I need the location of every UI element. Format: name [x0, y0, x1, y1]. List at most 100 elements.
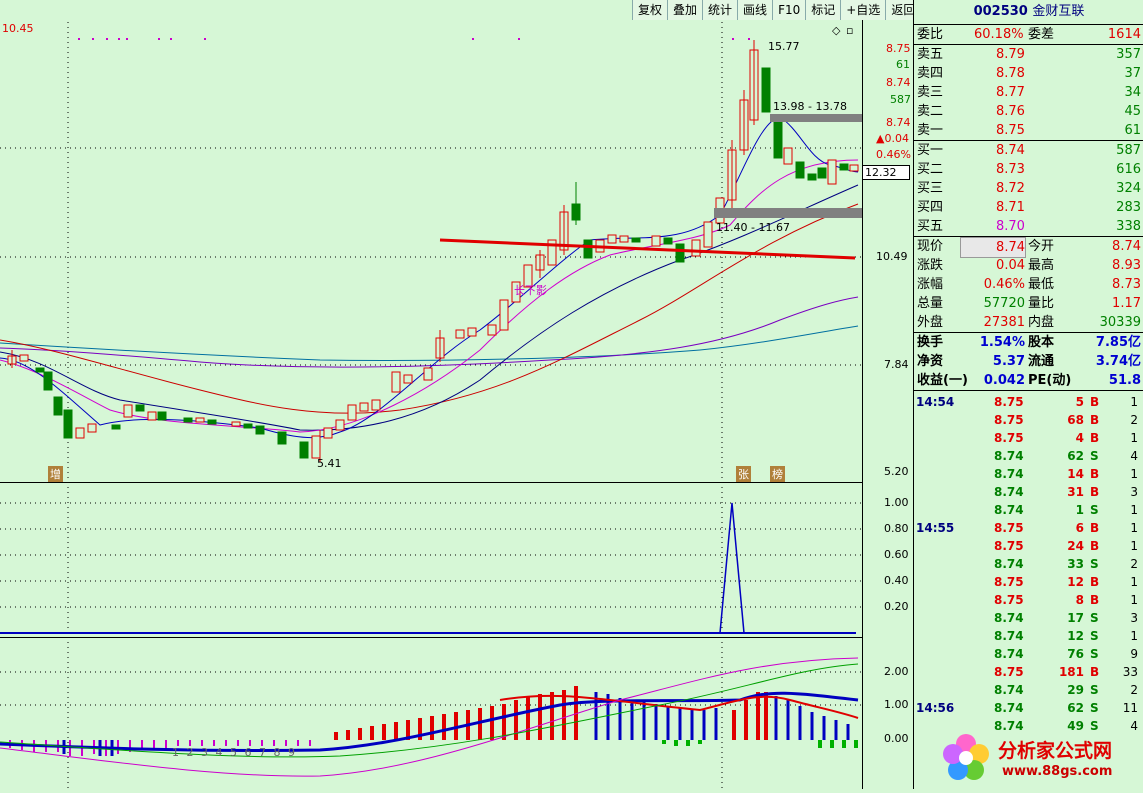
tick-price: 8.74 [994, 467, 1024, 481]
tick-side: S [1090, 701, 1099, 715]
buy-price: 8.74 [996, 143, 1025, 158]
buy-price: 8.70 [996, 219, 1025, 234]
window-corner-icon[interactable]: ▫ [846, 24, 853, 37]
axis-mid-2: 0.80 [884, 522, 909, 535]
tick-time: 14:55 [916, 521, 955, 535]
stat-value: 1.54% [979, 335, 1025, 350]
toolbar-f10-button[interactable]: F10 [773, 0, 807, 20]
sell-orders: 卖五 8.79 357 卖四 8.78 37 卖三 8.77 34 卖二 8.76 45 卖一 8… [914, 45, 1143, 141]
sell-row: 卖三 8.77 34 [914, 83, 1143, 102]
weibi-label: 委比 [917, 27, 944, 42]
axis-right-1: 8.75 [886, 42, 911, 55]
marker-zeng[interactable]: 增 [48, 466, 63, 482]
tick-side: S [1090, 611, 1099, 625]
stock-code: 002530 [973, 4, 1028, 19]
stat-label: 换手 [917, 335, 944, 350]
tick-price: 8.74 [994, 449, 1024, 463]
axis-mid-3: 0.60 [884, 548, 909, 561]
stats-row: 涨跌 0.04 最高 8.93 [914, 256, 1143, 275]
tick-time: 14:56 [916, 701, 955, 715]
buy-label: 买二 [917, 162, 944, 177]
stat-value: 8.74 [1112, 239, 1141, 254]
tick-side: B [1090, 593, 1100, 607]
axis-right-6: ▲0.04 [876, 132, 909, 145]
stats-row: 净资 5.37 流通 3.74亿 [914, 352, 1143, 371]
buy-row: 买四 8.71 283 [914, 198, 1143, 217]
stat-label: 现价 [917, 239, 944, 254]
tick-row: 14:56 8.74 62 S 11 [914, 699, 1143, 717]
stat-value-current-price: 8.74 [960, 237, 1026, 258]
tick-price: 8.75 [994, 539, 1024, 553]
sell-price: 8.77 [996, 85, 1025, 100]
diamond-icon[interactable]: ◇ [832, 24, 840, 37]
low-price-label: 5.41 [317, 457, 342, 470]
tick-row: 8.75 4 B 1 [914, 429, 1143, 447]
axis-low-1: 2.00 [884, 665, 909, 678]
tick-row: 8.75 24 B 1 [914, 537, 1143, 555]
zone-label-2: 11.40 - 11.67 [716, 221, 790, 234]
sell-volume: 45 [1124, 104, 1141, 119]
sell-row: 卖一 8.75 61 [914, 121, 1143, 140]
buy-price: 8.72 [996, 181, 1025, 196]
tick-count: 1 [1130, 503, 1138, 517]
tick-count: 2 [1130, 683, 1138, 697]
tick-price: 8.75 [994, 593, 1024, 607]
tick-row: 14:54 8.75 5 B 1 [914, 393, 1143, 411]
stat-label: 今开 [1028, 239, 1055, 254]
toolbar-mark-button[interactable]: 标记 [806, 0, 842, 20]
stats2-block: 换手 1.54% 股本 7.85亿 净资 5.37 流通 3.74亿 收益(一) 0.042 P… [914, 333, 1143, 391]
axis-main-3: 5.20 [884, 465, 909, 478]
buy-row: 买五 8.70 338 [914, 217, 1143, 236]
tick-volume: 62 [1067, 449, 1084, 463]
tick-volume: 68 [1067, 413, 1084, 427]
red-trendline [439, 238, 856, 260]
buy-volume: 283 [1116, 200, 1141, 215]
stat-value: 51.8 [1108, 373, 1141, 388]
tick-count: 11 [1122, 701, 1138, 715]
tick-price: 8.75 [994, 395, 1024, 409]
tick-row: 8.75 181 B 33 [914, 663, 1143, 681]
stat-label: 外盘 [917, 315, 944, 330]
buy-label: 买三 [917, 181, 944, 196]
tick-row: 8.74 33 S 2 [914, 555, 1143, 573]
tick-row: 8.75 8 B 1 [914, 591, 1143, 609]
axis-right-2: 61 [896, 58, 910, 71]
stat-value: 7.85亿 [1095, 335, 1141, 350]
sell-label: 卖二 [917, 104, 944, 119]
toolbar-overlay-button[interactable]: 叠加 [668, 0, 704, 20]
tick-list[interactable]: 14:54 8.75 5 B 1 8.75 68 B 2 8.75 4 B 1 8.74 62 S 4 8.74 1… [914, 391, 1143, 735]
marker-bang[interactable]: 榜 [770, 466, 785, 482]
stat-label: PE(动) [1028, 373, 1072, 388]
sell-price: 8.76 [996, 104, 1025, 119]
tick-price: 8.75 [994, 665, 1024, 679]
toolbar-stats-button[interactable]: 统计 [703, 0, 739, 20]
stats-row: 现价 8.74 今开 8.74 [914, 237, 1143, 258]
stock-title: 002530 金财互联 [914, 0, 1143, 25]
axis-mid-4: 0.40 [884, 574, 909, 587]
stat-value: 8.73 [1112, 277, 1141, 292]
buy-volume: 324 [1116, 181, 1141, 196]
tick-row: 8.74 1 S 1 [914, 501, 1143, 519]
toolbar-fuquan-button[interactable]: 复权 [633, 0, 669, 20]
logo-url: www.88gs.com [1002, 764, 1113, 779]
stat-label: 内盘 [1028, 315, 1055, 330]
tick-count: 1 [1130, 395, 1138, 409]
tick-price: 8.74 [994, 701, 1024, 715]
site-logo: 分析家公式网 www.88gs.com [938, 728, 1138, 786]
toolbar-draw-button[interactable]: 画线 [738, 0, 774, 20]
tick-row: 8.74 12 S 1 [914, 627, 1143, 645]
kline-chart-area[interactable]: 10.45 15.77 5.41 13.98 - 13.78 11.40 - 1… [0, 0, 913, 789]
sell-price: 8.78 [996, 66, 1025, 81]
marker-zhang[interactable]: 张 [736, 466, 751, 482]
tick-side: B [1090, 467, 1100, 481]
sell-label: 卖三 [917, 85, 944, 100]
toolbar-watchlist-button[interactable]: +自选 [841, 0, 887, 20]
stats-block: 现价 8.74 今开 8.74 涨跌 0.04 最高 8.93 涨幅 0.46% 最低 8.73 … [914, 237, 1143, 333]
buy-label: 买五 [917, 219, 944, 234]
tick-volume: 14 [1067, 467, 1084, 481]
buy-price: 8.71 [996, 200, 1025, 215]
flower-logo-icon [943, 734, 989, 780]
mid-indicator [0, 502, 856, 634]
tick-price: 8.74 [994, 647, 1024, 661]
axis-right-4: 587 [890, 93, 911, 106]
